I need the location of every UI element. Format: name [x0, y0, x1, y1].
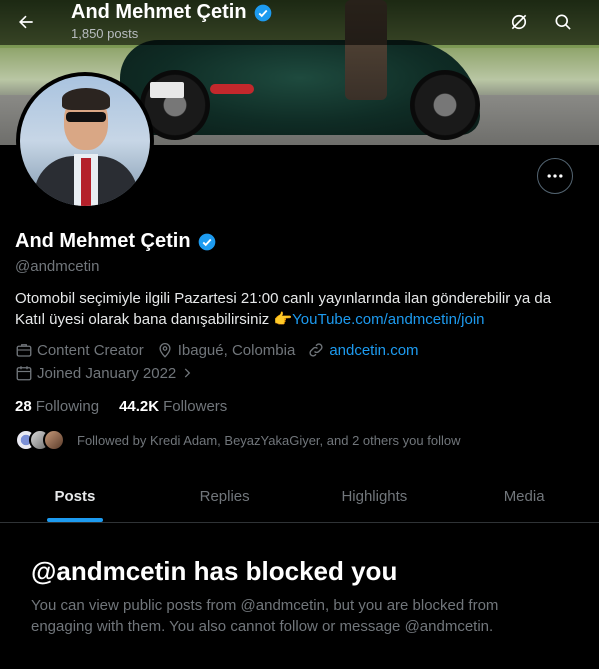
grok-icon — [511, 14, 527, 30]
tab-replies[interactable]: Replies — [150, 470, 300, 522]
category: Content Creator — [15, 341, 144, 359]
blocked-description: You can view public posts from @andmceti… — [31, 597, 499, 635]
location: Ibagué, Colombia — [156, 341, 296, 359]
following-link[interactable]: 28 Following — [15, 398, 99, 415]
header-title: And Mehmet Çetin — [71, 1, 273, 24]
tab-label: Posts — [54, 487, 96, 505]
tab-highlights[interactable]: Highlights — [300, 470, 450, 522]
joined-row[interactable]: Joined January 2022 — [15, 364, 206, 382]
tab-posts[interactable]: Posts — [0, 470, 150, 522]
followers-count: 44.2K — [119, 398, 160, 415]
active-tab-indicator — [46, 518, 103, 522]
profile-avatar[interactable] — [16, 72, 154, 210]
more-options-button[interactable] — [537, 158, 573, 194]
blocked-title: @andmcetin has blocked you — [31, 556, 398, 586]
website-link[interactable]: andcetin.com — [329, 342, 418, 359]
profile-tabs: Posts Replies Highlights Media — [0, 470, 599, 523]
posts-count: 1,850 posts — [71, 26, 139, 41]
profile-handle: @andmcetin — [15, 258, 100, 275]
verified-badge-icon — [254, 4, 271, 21]
bio-link[interactable]: YouTube.com/andmcetin/join — [292, 311, 484, 328]
joined-date[interactable]: Joined January 2022 — [15, 364, 194, 382]
website[interactable]: andcetin.com — [307, 341, 419, 359]
profile-bio: Otomobil seçimiyle ilgili Pazartesi 21:0… — [15, 288, 585, 330]
location-label: Ibagué, Colombia — [177, 341, 296, 359]
location-pin-icon — [159, 343, 171, 358]
following-label: Following — [35, 398, 100, 415]
profile-display-name: And Mehmet Çetin — [15, 230, 191, 252]
top-bar: And Mehmet Çetin 1,850 posts — [0, 0, 599, 45]
follow-stats: 28 Following 44.2K Followers — [15, 398, 227, 415]
profile-meta: Content Creator Ibagué, Colombia andceti… — [15, 341, 431, 359]
search-button[interactable] — [545, 4, 581, 40]
joined-label: Joined January 2022 — [37, 364, 177, 382]
verified-badge-icon[interactable] — [197, 232, 217, 252]
more-dots-icon — [547, 174, 563, 178]
followers-link[interactable]: 44.2K Followers — [119, 398, 227, 415]
grok-button[interactable] — [501, 4, 537, 40]
tab-label: Highlights — [341, 487, 408, 505]
arrow-left-icon — [19, 15, 33, 29]
followed-by[interactable]: Followed by Kredi Adam, BeyazYakaGiyer, … — [15, 429, 460, 451]
tab-label: Replies — [199, 487, 250, 505]
category-label: Content Creator — [37, 341, 144, 359]
chevron-right-icon — [185, 368, 191, 378]
search-icon — [555, 14, 571, 30]
calendar-icon — [16, 366, 32, 381]
link-icon — [309, 343, 323, 357]
tab-label: Media — [503, 487, 545, 505]
back-button[interactable] — [8, 4, 44, 40]
followed-by-text: Followed by Kredi Adam, BeyazYakaGiyer, … — [77, 432, 461, 448]
header-name: And Mehmet Çetin — [71, 1, 247, 23]
profile-name-row: And Mehmet Çetin — [15, 230, 217, 253]
briefcase-icon — [16, 344, 32, 357]
followers-label: Followers — [163, 398, 228, 415]
follower-avatar — [43, 429, 65, 451]
following-count: 28 — [15, 398, 32, 415]
tab-media[interactable]: Media — [449, 470, 599, 522]
